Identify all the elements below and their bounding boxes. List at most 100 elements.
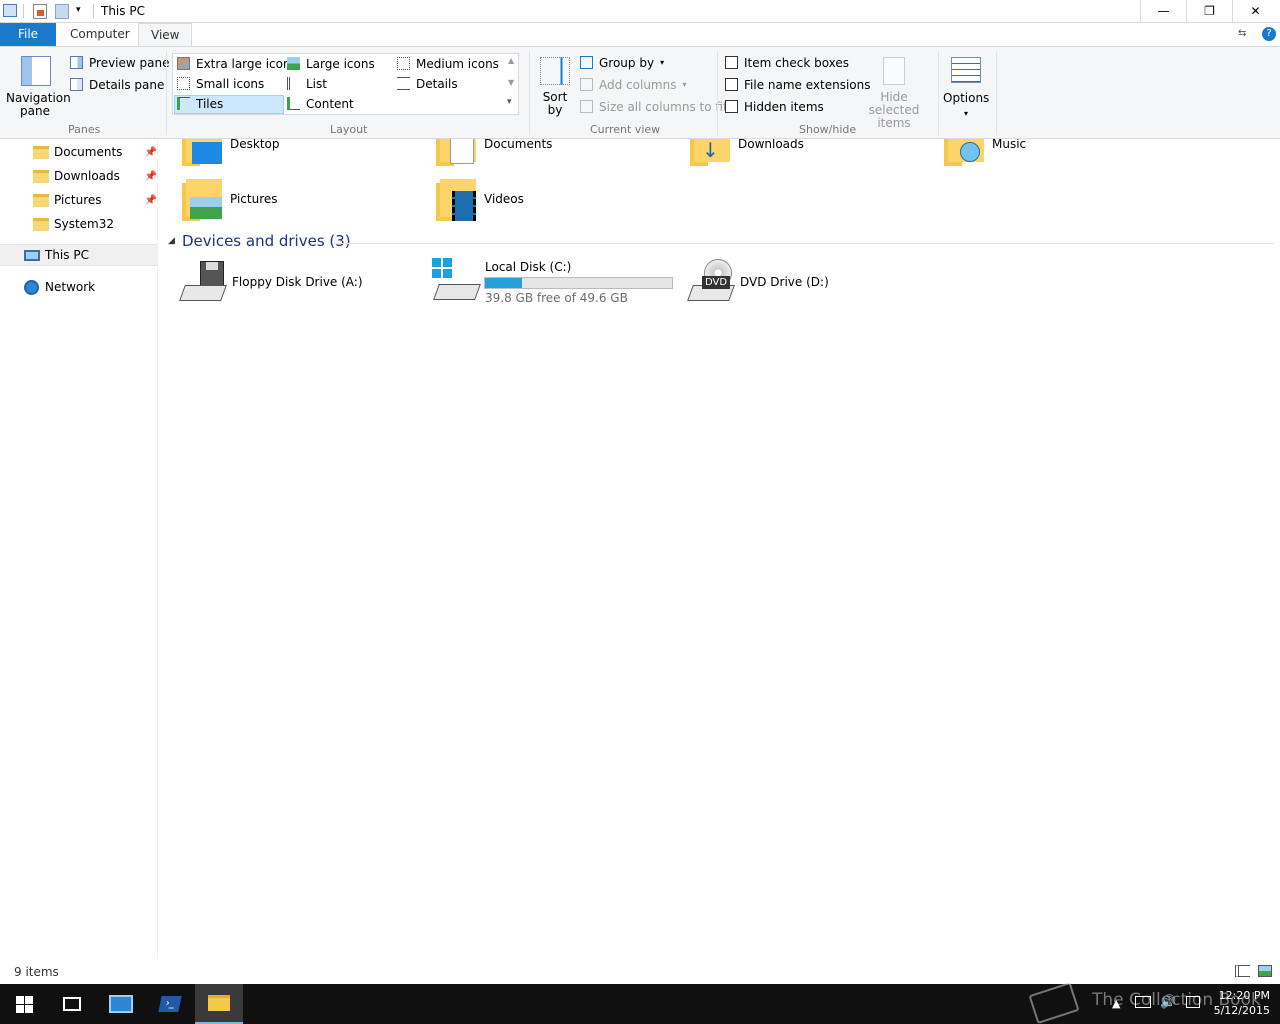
folder-tile-videos[interactable]: Videos [434, 175, 524, 223]
content-area: Desktop Documents ↓ Downloads Music Pict… [158, 139, 1280, 959]
nav-item-downloads[interactable]: Downloads 📌 [0, 165, 157, 187]
size-all-columns-button[interactable]: Size all columns to fit [580, 97, 728, 116]
checkbox[interactable] [725, 56, 738, 69]
powershell-button[interactable]: ›_ [146, 984, 194, 1024]
item-check-boxes-toggle[interactable]: Item check boxes [725, 53, 849, 72]
server-manager-icon [109, 995, 133, 1013]
pin-icon[interactable]: 📌 [145, 195, 157, 206]
checkbox[interactable] [725, 100, 738, 113]
devices-section-header[interactable]: Devices and drives (3) [182, 232, 351, 250]
folder-tile-downloads[interactable]: ↓ Downloads [688, 139, 804, 168]
network-tray-icon[interactable] [1135, 996, 1151, 1008]
minimize-ribbon-icon[interactable]: ⇆ [1238, 28, 1246, 39]
window-title: This PC [101, 4, 145, 18]
layout-label: List [306, 76, 327, 91]
layout-group-label: Layout [330, 123, 368, 136]
taskbar: ›_ The Collection Book ▲ 🔊 12:20 PM 5/12… [0, 981, 1280, 1024]
nav-item-pictures[interactable]: Pictures 📌 [0, 189, 157, 211]
layout-expand[interactable]: ▾ [507, 97, 512, 107]
show-hidden-icons-icon[interactable]: ▲ [1112, 997, 1120, 1010]
group-by-button[interactable]: Group by ▾ [580, 53, 664, 72]
checkbox[interactable] [725, 78, 738, 91]
collapse-section-icon[interactable]: ◢ [168, 236, 175, 246]
options-label: Options [943, 91, 990, 105]
options-button[interactable]: Options ▾ [943, 53, 989, 119]
navigation-pane-button[interactable]: Navigation pane [6, 53, 71, 119]
details-view-icon[interactable] [1235, 965, 1250, 977]
watermark-book-icon [1028, 981, 1080, 1024]
hidden-items-toggle[interactable]: Hidden items [725, 97, 824, 116]
folder-label: Videos [484, 192, 524, 206]
tab-file[interactable]: File [0, 23, 56, 46]
file-explorer-button[interactable] [195, 984, 243, 1024]
network-icon [24, 279, 39, 295]
checkbox-label: Hidden items [744, 99, 824, 114]
clock[interactable]: 12:20 PM 5/12/2015 [1208, 988, 1270, 1018]
drive-label: DVD Drive (D:) [740, 275, 829, 289]
folder-tile-pictures[interactable]: Pictures [180, 175, 278, 223]
drive-tile-dvd[interactable]: DVD DVD Drive (D:) [687, 258, 829, 306]
help-icon[interactable]: ? [1262, 27, 1276, 41]
tab-computer[interactable]: Computer [58, 23, 142, 46]
volume-icon[interactable]: 🔊 [1160, 995, 1176, 1010]
pictures-folder-icon [180, 177, 224, 221]
folder-tile-documents[interactable]: Documents [434, 139, 552, 168]
pin-icon[interactable]: 📌 [145, 147, 157, 158]
new-folder-icon[interactable] [55, 4, 69, 19]
ribbon-separator [166, 51, 167, 135]
app-icon[interactable] [3, 4, 17, 17]
nav-item-system32[interactable]: System32 [0, 213, 157, 235]
folder-label: Documents [484, 139, 553, 151]
sort-by-button[interactable]: Sort by [537, 53, 573, 119]
file-name-extensions-toggle[interactable]: File name extensions [725, 75, 871, 94]
layout-label: Details [416, 76, 458, 91]
layout-small-icons[interactable]: Small icons [177, 74, 264, 93]
server-manager-button[interactable] [97, 984, 145, 1024]
large-icons-view-icon[interactable] [1258, 965, 1272, 977]
ribbon-separator [996, 51, 997, 135]
clock-time: 12:20 PM [1218, 989, 1270, 1002]
section-divider [334, 243, 1274, 244]
nav-item-documents[interactable]: Documents 📌 [0, 141, 157, 163]
restore-button[interactable]: ❐ [1186, 0, 1232, 22]
layout-extra-large-icons[interactable]: Extra large icons [177, 54, 297, 73]
minimize-button[interactable]: — [1140, 0, 1186, 22]
folder-tile-music[interactable]: Music [942, 139, 1026, 168]
add-columns-button[interactable]: Add columns ▾ [580, 75, 687, 94]
nav-item-this-pc[interactable]: This PC [0, 244, 157, 266]
layout-content[interactable]: Content [287, 94, 354, 113]
properties-icon[interactable] [33, 4, 47, 19]
nav-item-network[interactable]: Network [0, 276, 157, 298]
layout-large-icons[interactable]: Large icons [287, 54, 375, 73]
pin-icon[interactable]: 📌 [145, 171, 157, 182]
medium-icons-icon [397, 57, 410, 70]
layout-scroll-down[interactable]: ▼ [508, 78, 514, 87]
close-button[interactable]: ✕ [1232, 0, 1278, 22]
layout-tiles[interactable]: Tiles [177, 94, 223, 113]
chevron-down-icon: ▾ [682, 80, 687, 89]
preview-pane-button[interactable]: Preview pane [70, 53, 169, 72]
drive-tile-floppy[interactable]: Floppy Disk Drive (A:) [179, 258, 363, 306]
nav-item-label: Network [45, 280, 96, 294]
powershell-icon: ›_ [158, 996, 182, 1012]
layout-details[interactable]: Details [397, 74, 458, 93]
small-icons-icon [177, 77, 190, 90]
layout-medium-icons[interactable]: Medium icons [397, 54, 499, 73]
hide-selected-items-button[interactable]: Hide selected items [856, 53, 932, 130]
layout-scroll-up[interactable]: ▲ [508, 56, 514, 65]
layout-list[interactable]: List [287, 74, 327, 93]
chevron-down-icon: ▾ [660, 58, 665, 67]
task-view-icon [63, 997, 81, 1011]
layout-label: Large icons [306, 56, 375, 71]
details-pane-label: Details pane [89, 77, 165, 92]
start-button[interactable] [0, 984, 48, 1024]
action-center-icon[interactable] [1186, 996, 1200, 1008]
folder-tile-desktop[interactable]: Desktop [180, 139, 280, 168]
customize-toolbar-icon[interactable]: ▾ [76, 5, 81, 15]
downloads-folder-icon [33, 169, 49, 183]
details-pane-button[interactable]: Details pane [70, 75, 164, 94]
folder-icon [33, 217, 49, 231]
task-view-button[interactable] [48, 984, 96, 1024]
tab-view[interactable]: View [138, 23, 193, 47]
hide-selected-label: Hide selected items [868, 90, 920, 130]
